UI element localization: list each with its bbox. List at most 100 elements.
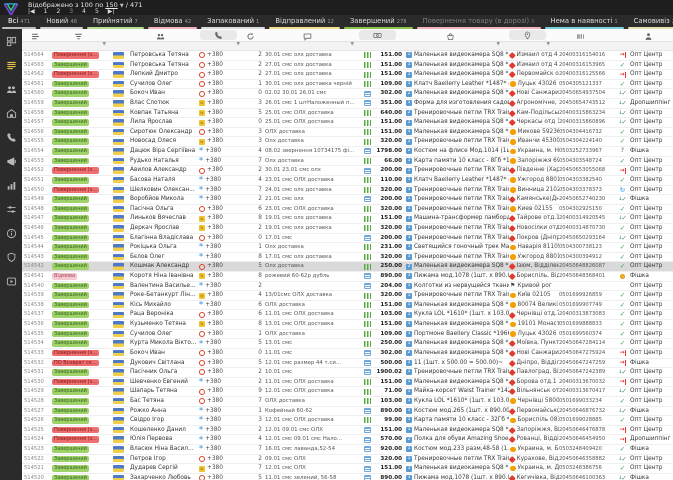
order-row-514549[interactable]: 514549 Завершений Воробйов Микола * +380 2 21.… (22, 195, 673, 205)
tab-3[interactable]: Прийнятий 7 (85, 15, 146, 29)
quantity-badge: 2 (406, 263, 412, 270)
tracking-number: 20450647247259 (559, 359, 606, 366)
page-button-2[interactable]: 2 (56, 8, 60, 15)
column-header-tracking[interactable] (552, 29, 608, 41)
order-row-514531[interactable]: 514531 Завершений Пасічник Ольга +380 2 10.01… (22, 368, 673, 378)
ukraine-flag-icon (113, 474, 124, 480)
product-name: Портмоне Baellery Classic *1966... (414, 330, 509, 337)
sidebar-item-dashboard[interactable] (0, 29, 22, 53)
order-row-514540[interactable]: 514540 Завершений Валентина Василье... * +38… (22, 281, 673, 292)
filter-dropdown-icon[interactable]: ▼ (351, 42, 354, 47)
nova-poshta-icon (509, 455, 516, 463)
delivered-check-icon: ✓ (619, 60, 626, 69)
order-row-514556[interactable]: 514556 Завершений Сиротюк Олександр +380 3 ОЛ… (22, 127, 673, 138)
order-row-514527[interactable]: 514527 Завершений Рожко Анна * +380 1 Кофейный… (22, 406, 673, 417)
tab-7[interactable]: Завершений 278 (342, 15, 415, 29)
order-row-514543[interactable]: 514543 Завершений Бєлов Олег * +380 8 17.01 см… (22, 252, 673, 263)
sidebar-item-warehouse[interactable] (0, 101, 22, 125)
tab-8[interactable]: Повернення товару (в дорозі) 0 (415, 15, 543, 29)
order-row-514529[interactable]: 514529 Завершений Шапарь Тетяна +380 9 12.01 … (22, 387, 673, 397)
last-page-button[interactable]: ▶| (108, 8, 115, 15)
order-row-514564[interactable]: 514564 Повернення (з... Петровська Тетяна +… (22, 51, 673, 61)
order-row-514561[interactable]: 514561 Завершений Сучилов Олег +380 1 30.01 с… (22, 79, 673, 90)
order-row-514552[interactable]: 514552 Повернення (з... Авилов Александр +3… (22, 166, 673, 176)
page-button-4[interactable]: 4 (82, 8, 86, 15)
delivered-check-icon: ✓ (619, 243, 626, 252)
column-header-city[interactable] (502, 29, 552, 41)
order-row-514563[interactable]: 514563 Завершений Петровська Тетяна +380 2 27… (22, 60, 673, 71)
order-row-514560[interactable]: 514560 Завершений Бокоч Иван +380 0 02.02 30.… (22, 89, 673, 100)
status-badge: Завершений (52, 292, 89, 299)
tab-5[interactable]: Запакований 1 (199, 15, 267, 29)
order-row-514534[interactable]: 514534 Завершений Курта Микола Вікто... * +3… (22, 339, 673, 349)
sidebar-item-orders[interactable] (0, 53, 22, 77)
filter-dropdown-icon[interactable]: ▼ (237, 42, 240, 47)
sidebar-item-marketing[interactable] (0, 149, 22, 173)
order-row-514533[interactable]: 514533 Повернення (з... Бокоч Иван +380 0 11.… (22, 348, 673, 359)
order-row-514530[interactable]: 514530 Повернення (з... Шевченко Евгений * +… (22, 377, 673, 388)
order-row-514535[interactable]: 514535 Завершений Сучилов Олег +380 1 ОЛХ дос… (22, 329, 673, 340)
sidebar-item-customers[interactable] (0, 77, 22, 101)
order-row-514537[interactable]: 514537 Завершений Раца Вероніка +380 6 11.01 … (22, 310, 673, 321)
order-row-514536[interactable]: 514536 Завершений Кузьменко Тетяна lc +380 8 1… (22, 320, 673, 330)
order-row-514554[interactable]: 514554 Завершений Дацюк Віра Сергіївна * +38… (22, 147, 673, 157)
column-header-product[interactable] (398, 29, 502, 41)
order-row-514520[interactable]: 514520 Завершений Захарченко Любовь +380 5 11… (22, 473, 673, 480)
page-button-1[interactable]: 1 (44, 8, 48, 15)
column-header-phone[interactable] (194, 29, 242, 41)
order-row-514546[interactable]: 514546 Завершений Деркач Ярослав lc +380 2 19.… (22, 223, 673, 234)
order-row-514557[interactable]: 514557 Завершений Лила Ярослав lc +380 0 25.01… (22, 118, 673, 128)
order-row-514522[interactable]: 514522 Завершений Петров Ігор +380 2 09.01 см… (22, 454, 673, 465)
sidebar-item-statistics[interactable] (0, 173, 22, 197)
column-header-result[interactable] (608, 29, 623, 41)
app-logo-icon[interactable] (3, 1, 19, 17)
page-button-3[interactable]: 3 (69, 8, 73, 15)
sidebar-item-video[interactable] (0, 269, 22, 293)
order-row-514528[interactable]: 514528 Завершений Бас Тетяна +380 7 ОЛХ доста… (22, 396, 673, 407)
column-header-id[interactable] (22, 29, 48, 41)
order-row-514532[interactable]: 514532 ПО Возврат ск... Дукович Світлана +3… (22, 358, 673, 369)
first-page-button[interactable]: |◀ (28, 8, 35, 15)
order-row-514559[interactable]: 514559 Завершений Влас Слотюк lc +380 3 26.01 … (22, 99, 673, 109)
chevron-down-icon[interactable]: ▼ (120, 3, 124, 9)
status-badge: Повернення (з... (52, 186, 99, 194)
order-row-514539[interactable]: 514539 Завершений Роке-Бетанкурт Лін... lc +… (22, 291, 673, 301)
order-row-514542[interactable]: 514542 Завершений Кошмак Александр +380 5 Олх… (22, 262, 673, 273)
page-button-5[interactable]: 5 (95, 8, 99, 15)
order-status: Завершений (50, 368, 110, 377)
order-row-514551[interactable]: 514551 Завершений Басова Наталя * +380 4 23.01… (22, 175, 673, 186)
order-row-514524[interactable]: 514524 Повернення (з... Юлія Первова * +380 4… (22, 435, 673, 445)
order-row-514548[interactable]: 514548 Завершений Пасічна Ольга +380 6 23.01 … (22, 204, 673, 215)
order-row-514550[interactable]: 514550 Повернення (з... Шелковин Олексан..… (22, 185, 673, 196)
order-row-514553[interactable]: 514553 Завершений Рудько Наталья * +380 7 Олх … (22, 156, 673, 167)
order-row-514558[interactable]: 514558 Завершений Ковпак Татьяна lc +380 5 25.… (22, 108, 673, 119)
column-header-name[interactable] (126, 29, 194, 41)
order-row-514562[interactable]: 514562 Повернення (з... Лепкий Дмитро +380 2… (22, 70, 673, 80)
order-row-514525[interactable]: 514525 Повернення (з... Кошеленко Данил * +3… (22, 425, 673, 436)
column-header-price[interactable] (356, 29, 398, 41)
filter-dropdown-icon[interactable]: ▼ (497, 42, 500, 47)
sidebar-item-security[interactable] (0, 245, 22, 269)
column-header-status[interactable] (48, 29, 108, 41)
phone-cell: +380 (198, 349, 246, 358)
order-row-514544[interactable]: 514544 Завершений Рокіцька Ольга * +380 1 Олх … (22, 243, 673, 253)
order-row-514541[interactable]: 514541 Відмова Коротя Ніна Іванівна lc +380 8… (22, 272, 673, 282)
column-header-comment[interactable] (258, 29, 356, 41)
column-header-flag[interactable] (108, 29, 126, 41)
order-row-514545[interactable]: 514545 Завершений Благінна Владіслава +380 0… (22, 233, 673, 244)
tab-label: Нема в наявності (550, 17, 613, 25)
filter-dropdown-icon[interactable]: ▼ (547, 42, 550, 47)
order-row-514555[interactable]: 514555 Завершений Новосад Олеся lc +380 3 Олх … (22, 137, 673, 148)
filter-dropdown-icon[interactable]: ▼ (103, 42, 106, 47)
sidebar-item-settings[interactable] (0, 197, 22, 221)
order-row-514538[interactable]: 514538 Завершений Кісь Михайло * +380 6 ОЛХ до… (22, 300, 673, 311)
order-row-514526[interactable]: 514526 Завершений Свідро Ігор * +380 3 12.01 с… (22, 416, 673, 426)
order-row-514523[interactable]: 514523 Завершений Власюк Ніна Васил... * +38… (22, 444, 673, 455)
order-row-514521[interactable]: 514521 Завершений Дударев Сергій lc +380 7 12.… (22, 464, 673, 474)
sidebar-item-info[interactable] (0, 221, 22, 245)
column-header-client[interactable] (623, 29, 673, 41)
tab-4[interactable]: Відмова 42 (146, 15, 199, 29)
column-header-count[interactable] (242, 29, 258, 41)
order-row-514547[interactable]: 514547 Завершений Линьков Вячеслав lc +380 8 1… (22, 214, 673, 224)
sidebar-item-telephony[interactable] (0, 125, 22, 149)
